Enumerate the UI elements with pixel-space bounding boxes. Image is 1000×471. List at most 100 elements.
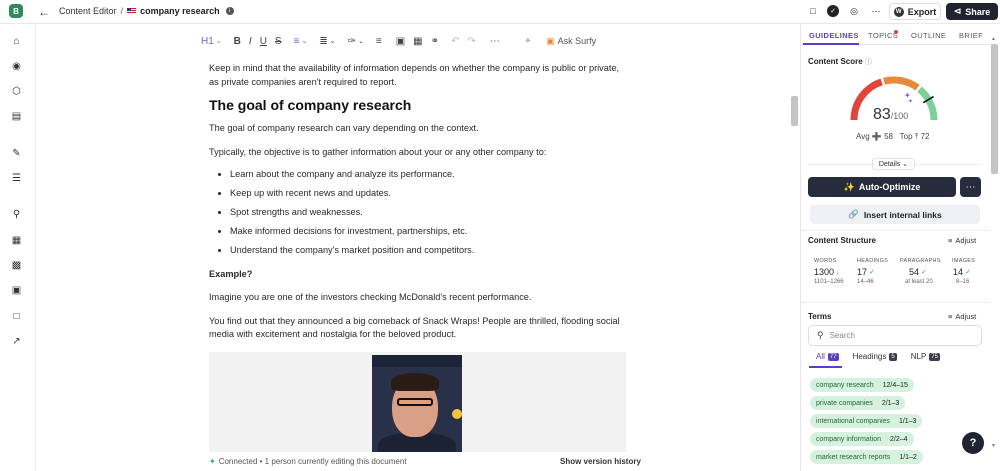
- term-chip[interactable]: international companies 1/1–3: [810, 414, 923, 428]
- form-icon[interactable]: ▣: [10, 284, 23, 297]
- version-history-link[interactable]: Show version history: [560, 457, 641, 466]
- panel-tabs: GUIDELINES TOPICS OUTLINE BRIEF: [801, 24, 991, 45]
- image-icon[interactable]: ▣: [396, 33, 405, 49]
- image-header-bar: [372, 355, 462, 367]
- structure-adjust-button[interactable]: ≡ Adjust: [948, 236, 976, 245]
- term-chip[interactable]: company research 12/4–15: [810, 378, 914, 392]
- back-arrow-icon[interactable]: ←: [36, 4, 52, 20]
- scroll-up-arrow-icon[interactable]: ▲: [991, 36, 996, 42]
- trend-icon[interactable]: ↗: [10, 335, 23, 348]
- term-chip[interactable]: company information 2/2–4: [810, 432, 914, 446]
- redo-icon[interactable]: ↷: [467, 33, 475, 49]
- term-count: 1/1–2: [899, 453, 917, 461]
- term-name: private companies: [816, 399, 873, 407]
- help-button[interactable]: ?: [962, 432, 984, 454]
- chevron-down-icon: ⌄: [357, 38, 364, 45]
- chevron-down-icon: ⌄: [215, 38, 222, 45]
- sparkle-icon[interactable]: ✦: [524, 33, 532, 49]
- stat-value: 1300: [814, 267, 835, 277]
- table-icon[interactable]: ▦: [10, 234, 23, 247]
- adjust-label: Adjust: [955, 236, 977, 245]
- stat-words: WORDS 1300 ↓ 1101–1266: [814, 258, 844, 285]
- stat-label: WORDS: [814, 258, 837, 264]
- comment-icon[interactable]: □: [806, 4, 820, 18]
- tab-outline[interactable]: OUTLINE: [911, 31, 946, 40]
- top-label: Top: [899, 132, 913, 141]
- stat-range: 14–46: [857, 279, 874, 285]
- check-circle-icon[interactable]: ✓: [827, 5, 839, 17]
- share-button[interactable]: ⊲ Share: [946, 3, 998, 20]
- terms-tab-nlp[interactable]: NLP 75: [911, 352, 940, 361]
- paragraph: You find out that they announced a big c…: [209, 315, 620, 340]
- info-icon[interactable]: ⓘ: [865, 59, 872, 66]
- bold-icon[interactable]: B: [234, 33, 241, 49]
- insert-internal-links-button[interactable]: 🔗 Insert internal links: [810, 205, 980, 224]
- key-icon[interactable]: ⚲: [10, 208, 23, 221]
- auto-optimize-button[interactable]: ✨ Auto-Optimize: [808, 177, 956, 197]
- italic-icon[interactable]: I: [249, 33, 252, 49]
- sliders-icon: ≡: [948, 236, 953, 245]
- stat-label: PARAGRAPHS: [900, 258, 941, 264]
- editor-toolbar: H1 ⌄ B I U S ≡ ⌄ ≣ ⌄ ✑ ⌄ ≡ ▣ ▦ ⚭ ↶ ↷ ⋯ ✦ ▣ …: [195, 32, 596, 50]
- editor-scrollbar[interactable]: [791, 96, 798, 126]
- content-score-title: Content Score ⓘ: [808, 57, 872, 67]
- stat-range: at least 20: [905, 279, 933, 285]
- more-icon[interactable]: ⋯: [869, 4, 883, 18]
- numbered-list-icon[interactable]: ≣ ⌄: [319, 33, 335, 49]
- underline-icon[interactable]: U: [260, 33, 267, 49]
- highlight-pen-icon[interactable]: ✑ ⌄: [348, 33, 364, 49]
- ask-surfy-button[interactable]: ▣ Ask Surfy: [546, 36, 596, 47]
- list-icon[interactable]: ☰: [10, 172, 23, 185]
- terms-adjust-button[interactable]: ≡ Adjust: [948, 312, 976, 321]
- globe-nav-icon[interactable]: ◉: [10, 60, 23, 73]
- undo-icon[interactable]: ↶: [451, 33, 459, 49]
- term-chip[interactable]: private companies 2/1–3: [810, 396, 906, 410]
- check-icon: ✓: [921, 269, 927, 276]
- avg-top-row: Avg ➕ 58 Top ⤒ 72: [856, 132, 929, 142]
- more-actions-button[interactable]: ⋯: [960, 177, 981, 197]
- tab-guidelines[interactable]: GUIDELINES: [809, 31, 859, 40]
- bar-chart-icon[interactable]: ▩: [10, 259, 23, 272]
- scroll-down-arrow-icon[interactable]: ▼: [991, 443, 996, 449]
- tab-brief[interactable]: BRIEF: [959, 31, 983, 40]
- term-name: company information: [816, 435, 881, 443]
- terms-tab-all[interactable]: All 77: [816, 352, 839, 361]
- strikethrough-icon[interactable]: S: [275, 33, 282, 49]
- paragraph: The goal of company research can vary de…: [209, 123, 479, 133]
- link-icon[interactable]: ⚭: [431, 33, 439, 49]
- term-name: market research reports: [816, 453, 891, 461]
- table-insert-icon[interactable]: ▦: [413, 33, 422, 49]
- breadcrumb-current[interactable]: company research: [140, 6, 220, 16]
- app-logo[interactable]: B: [9, 4, 23, 18]
- panel-scrollbar[interactable]: [991, 44, 998, 174]
- edit-doc-icon[interactable]: ✎: [10, 147, 23, 160]
- terms-search-input[interactable]: ⚲ Search: [808, 325, 982, 346]
- insert-internal-links-label: Insert internal links: [863, 209, 942, 220]
- check-icon: ✓: [869, 269, 875, 276]
- top-bar: B ← Content Editor / company research i …: [0, 0, 1000, 24]
- heading-select[interactable]: H1 ⌄: [201, 33, 222, 49]
- paragraph: Typically, the objective is to gather in…: [209, 146, 547, 157]
- globe-icon[interactable]: ◎: [847, 4, 861, 18]
- monitor-icon[interactable]: ▤: [10, 110, 23, 123]
- terms-tab-headings[interactable]: Headings 5: [853, 352, 897, 361]
- details-button[interactable]: Details ⌄: [872, 158, 915, 170]
- align-icon[interactable]: ≡ ⌄: [294, 33, 308, 49]
- more-options-icon[interactable]: ⋯: [490, 33, 500, 49]
- score-max: /100: [890, 111, 909, 121]
- compose-icon[interactable]: □: [10, 310, 23, 323]
- clear-format-icon[interactable]: ≡: [376, 33, 382, 49]
- editor-content[interactable]: Keep in mind that the availability of in…: [209, 62, 629, 342]
- breadcrumb-parent[interactable]: Content Editor: [59, 6, 117, 16]
- embedded-image[interactable]: [372, 355, 462, 452]
- active-terms-tab-indicator: [809, 366, 842, 368]
- details-label: Details: [878, 160, 901, 168]
- cube-icon[interactable]: ⬡: [10, 85, 23, 98]
- home-icon[interactable]: ⌂: [10, 35, 23, 48]
- export-button[interactable]: W Export: [889, 3, 941, 20]
- stat-value: 14: [953, 267, 964, 277]
- term-chip[interactable]: market research reports 1/1–2: [810, 450, 923, 464]
- status-bar: ✦ Connected • 1 person currently editing…: [209, 457, 407, 466]
- info-icon[interactable]: i: [225, 7, 234, 15]
- us-flag-icon: [127, 8, 137, 14]
